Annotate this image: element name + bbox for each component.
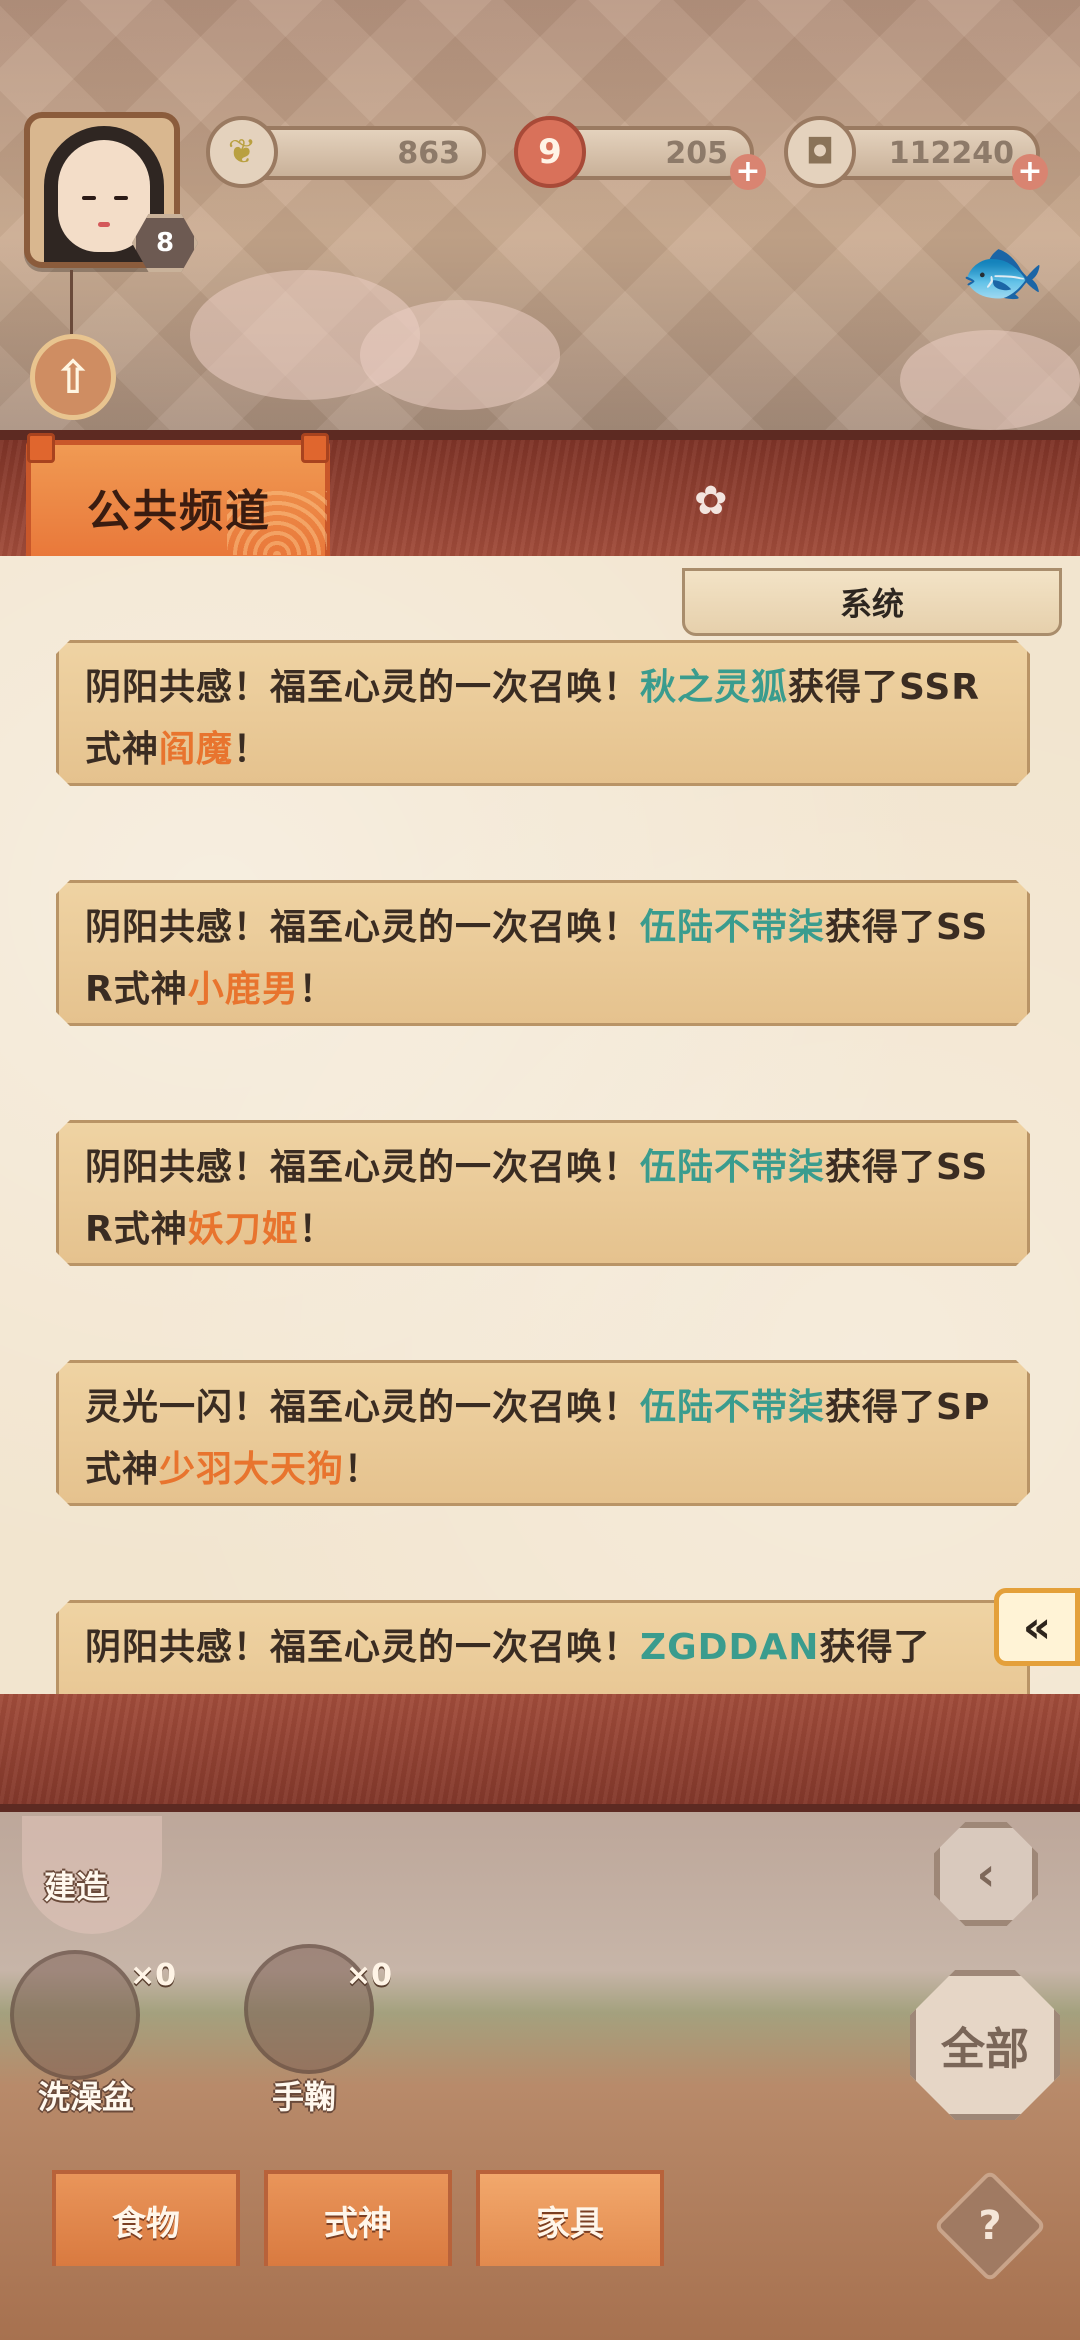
message-prefix: 阴阳共感！福至心灵的一次召唤！ — [85, 1627, 641, 1668]
shikigami-name[interactable]: 小鹿男 — [188, 969, 299, 1010]
bathtub-label: 洗澡盆 — [38, 2078, 135, 2116]
player-name[interactable]: 伍陆不带柒 — [640, 1147, 825, 1188]
chat-panel-footer — [0, 1694, 1080, 1812]
message-prefix: 阴阳共感！福至心灵的一次召唤！ — [85, 667, 641, 708]
message-prefix: 阴阳共感！福至心灵的一次召唤！ — [85, 907, 641, 948]
upgrade-icon[interactable]: ⇧ — [30, 334, 116, 420]
cloud-decoration — [360, 300, 560, 410]
player-name[interactable]: 伍陆不带柒 — [640, 1387, 825, 1428]
tab-shikigami[interactable]: 式神 — [264, 2170, 452, 2266]
coin-icon: ◘ — [784, 116, 856, 188]
shikigami-name[interactable]: 妖刀姬 — [188, 1209, 299, 1250]
temari-label: 手鞠 — [272, 2078, 337, 2116]
chat-message[interactable]: 阴阳共感！福至心灵的一次召唤！伍陆不带柒获得了SSR式神妖刀姬！ — [56, 1120, 1030, 1266]
chat-message[interactable]: 阴阳共感！福至心灵的一次召唤！伍陆不带柒获得了SSR式神小鹿男！ — [56, 880, 1030, 1026]
bathtub-item[interactable] — [10, 1950, 140, 2080]
bathtub-count: ×0 — [130, 1958, 177, 1993]
player-name[interactable]: ZGDDAN — [640, 1627, 819, 1668]
stamina-icon: 9 — [514, 116, 586, 188]
message-mid: 获得了 — [819, 1627, 931, 1668]
avatar-eye — [82, 196, 96, 200]
message-suffix: ！ — [344, 1449, 382, 1490]
add-stamina-button[interactable]: + — [730, 154, 766, 190]
sakura-icon: ✿ — [694, 478, 728, 524]
add-coin-button[interactable]: + — [1012, 154, 1048, 190]
message-prefix: 阴阳共感！福至心灵的一次召唤！ — [85, 1147, 641, 1188]
message-prefix: 灵光一闪！福至心灵的一次召唤！ — [85, 1387, 641, 1428]
filter-all-button[interactable]: 全部 — [910, 1970, 1060, 2120]
collapse-chat-button[interactable]: « — [994, 1588, 1080, 1666]
tab-pin — [301, 433, 329, 463]
lantern-string — [70, 270, 73, 334]
chat-message-list[interactable]: 系统 阴阳共感！福至心灵的一次召唤！秋之灵狐获得了SSR式神阎魔！ 阴阳共感！福… — [0, 556, 1080, 1694]
build-label: 建造 — [44, 1868, 109, 1906]
shikigami-name[interactable]: 阎魔 — [159, 729, 233, 770]
jade-icon: ❦ — [206, 116, 278, 188]
channel-title: 公共频道 — [87, 486, 271, 537]
tab-furniture[interactable]: 家具 — [476, 2170, 664, 2266]
avatar-face — [58, 140, 150, 252]
cloud-decoration — [900, 330, 1080, 430]
chat-message[interactable]: 阴阳共感！福至心灵的一次召唤！ZGDDAN获得了 — [56, 1600, 1030, 1694]
chat-message[interactable]: 灵光一闪！福至心灵的一次召唤！伍陆不带柒获得了SP式神少羽大天狗！ — [56, 1360, 1030, 1506]
player-name[interactable]: 秋之灵狐 — [640, 667, 788, 708]
tab-pin — [27, 433, 55, 463]
system-filter-tab[interactable]: 系统 — [682, 568, 1062, 636]
avatar-eye — [114, 196, 128, 200]
player-name[interactable]: 伍陆不带柒 — [640, 907, 825, 948]
help-icon: ? — [978, 2203, 1002, 2249]
tab-food[interactable]: 食物 — [52, 2170, 240, 2266]
avatar-mouth — [98, 222, 110, 227]
message-suffix: ！ — [298, 1209, 336, 1250]
temari-count: ×0 — [346, 1958, 393, 1993]
stamina-value: 205 — [665, 135, 728, 171]
jade-value: 863 — [397, 135, 460, 171]
message-suffix: ！ — [233, 729, 271, 770]
shikigami-name[interactable]: 少羽大天狗 — [159, 1449, 344, 1490]
public-channel-tab[interactable]: 公共频道 — [26, 433, 330, 562]
coin-value: 112240 — [888, 135, 1014, 171]
chat-message[interactable]: 阴阳共感！福至心灵的一次召唤！秋之灵狐获得了SSR式神阎魔！ — [56, 640, 1030, 786]
fish-lantern-icon[interactable]: 🐟 — [960, 218, 1045, 328]
message-suffix: ！ — [298, 969, 336, 1010]
